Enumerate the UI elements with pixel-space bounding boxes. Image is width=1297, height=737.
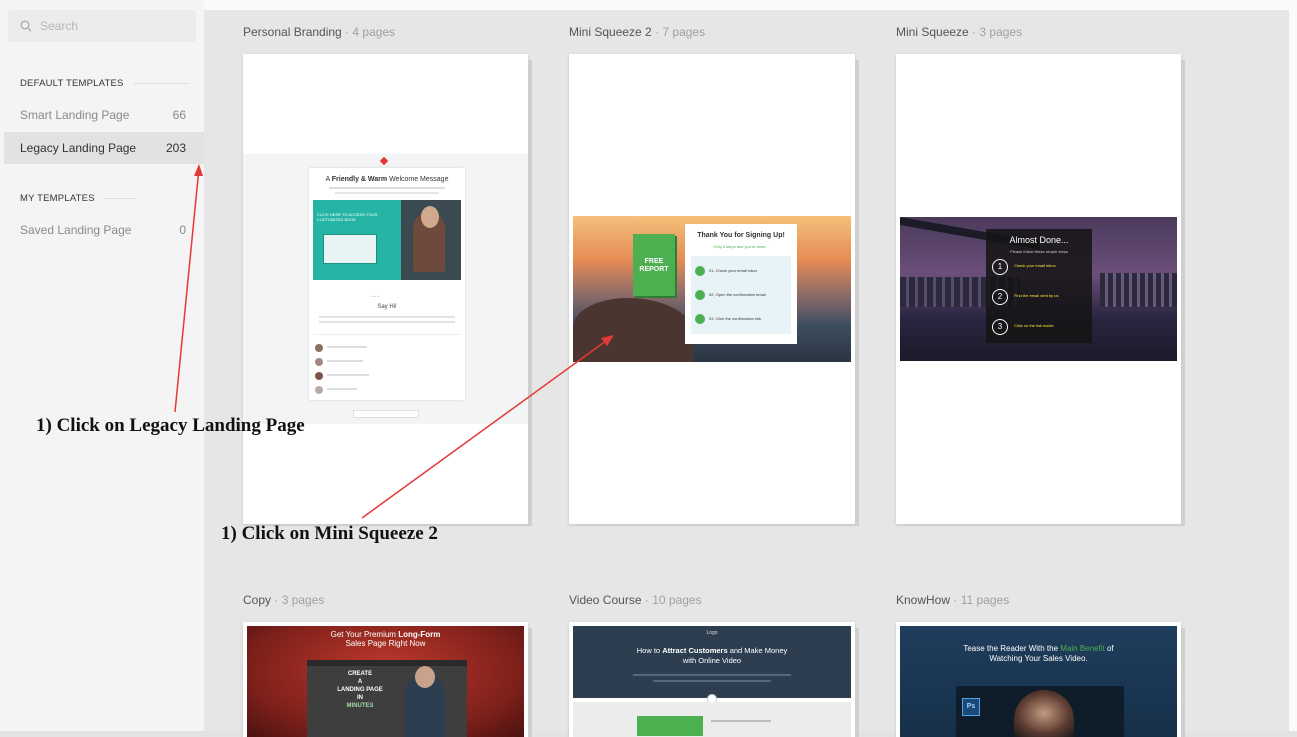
arrow-to-mini-squeeze-2 [361,337,611,519]
annotation-mini-squeeze-2: 1) Click on Mini Squeeze 2 [221,523,438,544]
annotation-arrows [174,164,614,519]
arrowhead-legacy-icon [194,164,203,176]
arrow-to-legacy [174,167,200,413]
annotation-legacy: 1) Click on Legacy Landing Page [36,415,305,436]
arrowhead-mini-icon [601,335,614,346]
